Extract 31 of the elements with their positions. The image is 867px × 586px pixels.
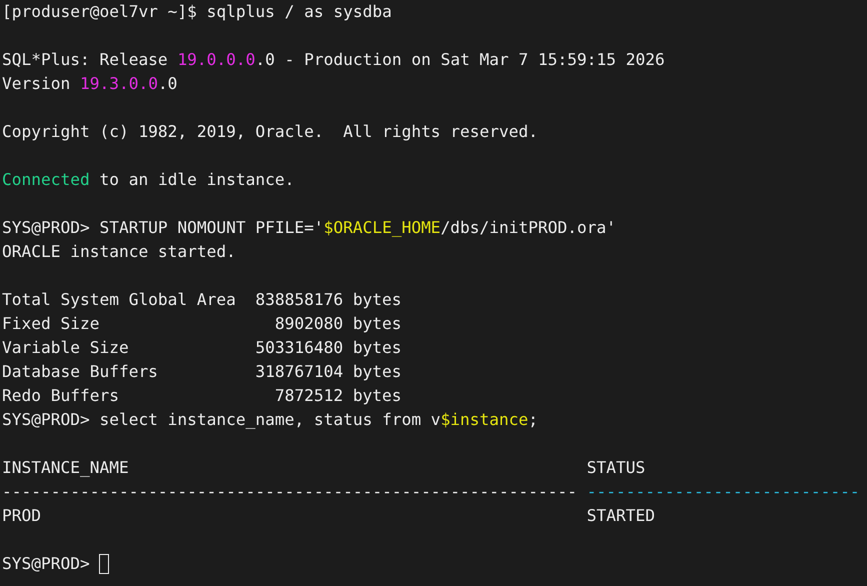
terminal-line: SYS@PROD> select instance_name, status from v$instance; bbox=[2, 409, 540, 431]
prompt-text: SYS@PROD> bbox=[2, 553, 90, 575]
memory-value: 838858176 bbox=[255, 289, 344, 311]
cursor bbox=[99, 554, 110, 574]
result-cell-text: STARTED bbox=[586, 505, 656, 527]
memory-value: 503316480 bbox=[255, 337, 344, 359]
memory-unit: bytes bbox=[352, 385, 402, 407]
memory-label: Total System Global Area bbox=[2, 289, 237, 311]
terminal-line: Version 19.3.0.0.0 bbox=[2, 73, 178, 95]
terminal-line: Copyright (c) 1982, 2019, Oracle. All rights reserved. bbox=[2, 121, 540, 143]
memory-label: Fixed Size bbox=[2, 313, 100, 335]
memory-value: 8902080 bbox=[274, 313, 344, 335]
memory-value: 7872512 bbox=[274, 385, 344, 407]
memory-unit: bytes bbox=[352, 337, 402, 359]
column-rule: ---------------------------- bbox=[586, 481, 861, 503]
memory-unit: bytes bbox=[352, 313, 402, 335]
memory-unit: bytes bbox=[352, 289, 402, 311]
terminal-line: ORACLE instance started. bbox=[2, 241, 237, 263]
column-rule: ----------------------------------------------------------- bbox=[2, 481, 578, 503]
result-cell-text: PROD bbox=[2, 505, 42, 527]
terminal-line: SQL*Plus: Release 19.0.0.0.0 - Production on Sat Mar 7 15:59:15 2026 bbox=[2, 49, 666, 71]
memory-unit: bytes bbox=[352, 361, 402, 383]
terminal-line: SYS@PROD> STARTUP NOMOUNT PFILE='$ORACLE_HOME/dbs/initPROD.ora' bbox=[2, 217, 617, 239]
column-heading: INSTANCE_NAME bbox=[2, 457, 130, 479]
memory-label: Database Buffers bbox=[2, 361, 159, 383]
terminal-line: [produser@oel7vr ~]$ sqlplus / as sysdba bbox=[2, 1, 393, 23]
terminal-line: Connected to an idle instance. bbox=[2, 169, 296, 191]
memory-label: Redo Buffers bbox=[2, 385, 120, 407]
memory-value: 318767104 bbox=[255, 361, 344, 383]
column-heading: STATUS bbox=[586, 457, 646, 479]
memory-label: Variable Size bbox=[2, 337, 130, 359]
